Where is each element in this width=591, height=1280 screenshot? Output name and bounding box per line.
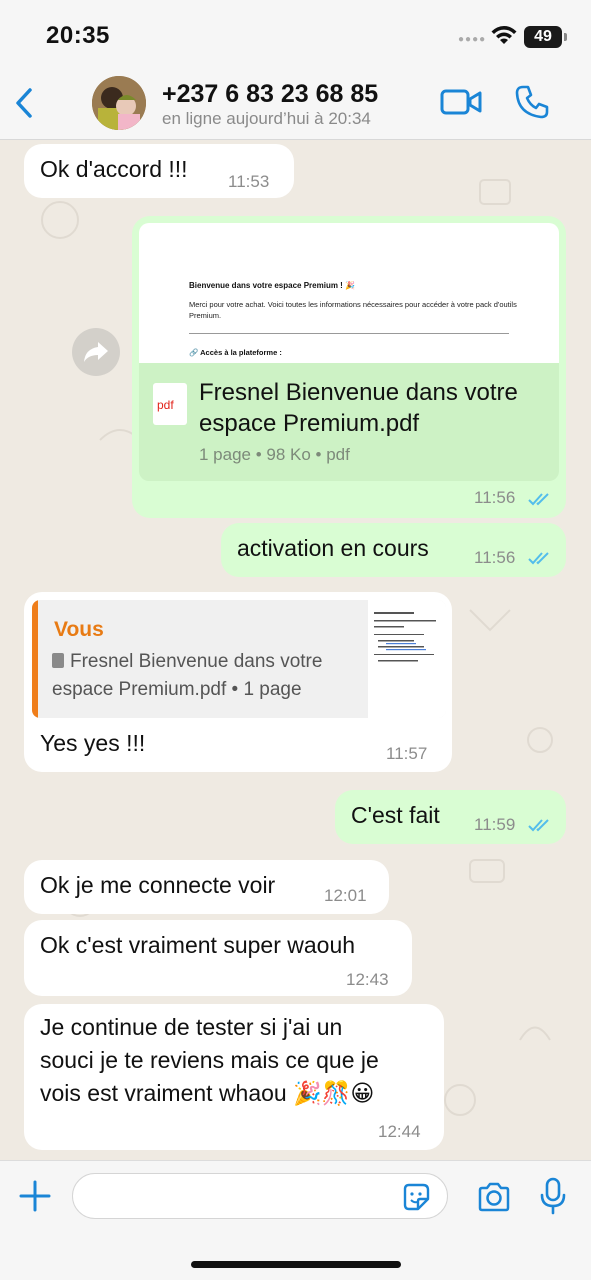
document-name: Fresnel Bienvenue dans votre espace Prem… [199, 379, 518, 437]
document-meta: 1 page • 98 Ko • pdf [199, 445, 350, 464]
message-text-line: Je continue de tester si j'ai un [40, 1014, 343, 1040]
message-bubble-incoming[interactable]: Ok c'est vraiment super waouh 12:43 [24, 920, 412, 996]
message-bubble-incoming[interactable]: Je continue de tester si j'ai un souci j… [24, 1004, 444, 1150]
forward-arrow-icon [84, 342, 108, 362]
forward-button[interactable] [72, 328, 120, 376]
message-time: 11:56 [474, 548, 516, 567]
message-time: 11:57 [386, 744, 428, 763]
microphone-icon[interactable] [540, 1177, 566, 1215]
wifi-icon [491, 26, 517, 44]
home-indicator[interactable] [191, 1261, 401, 1268]
message-text: C'est fait [351, 802, 440, 828]
chat-header: +237 6 83 23 68 85 en ligne aujourd’hui … [0, 66, 591, 140]
message-text-line: vois est vraiment whaou 🎉🎊😀 [40, 1080, 375, 1106]
message-time: 11:53 [228, 172, 270, 191]
chat-messages[interactable]: Ok d'accord !!! 11:53 Bienvenue dans vot… [0, 140, 591, 1160]
read-ticks-icon [528, 819, 549, 832]
read-ticks-icon [528, 552, 549, 565]
sticker-icon[interactable] [400, 1181, 432, 1213]
contact-name[interactable]: +237 6 83 23 68 85 [162, 80, 378, 109]
quoted-author: Vous [54, 618, 104, 641]
document-preview[interactable]: Bienvenue dans votre espace Premium ! 🎉 … [139, 223, 559, 363]
message-text: activation en cours [237, 535, 429, 561]
signal-icon: ●●●● [458, 34, 487, 45]
message-text: Yes yes !!! [40, 730, 146, 756]
preview-body: Merci pour votre achat. Voici toutes les… [189, 300, 517, 320]
message-text: Ok je me connecte voir [40, 872, 276, 898]
message-bubble-document[interactable]: Bienvenue dans votre espace Premium ! 🎉 … [132, 216, 566, 518]
message-time: 11:59 [474, 815, 516, 834]
document-info[interactable]: pdf Fresnel Bienvenue dans votre espace … [139, 363, 559, 481]
quote-accent-bar [32, 600, 38, 718]
message-time: 12:44 [378, 1122, 421, 1141]
message-bubble-reply[interactable]: Vous Fresnel Bienvenue dans votre espace… [24, 592, 452, 772]
message-bubble-incoming[interactable]: Ok d'accord !!! 11:53 [24, 144, 294, 198]
message-time: 12:01 [324, 886, 367, 905]
preview-access: 🔗 Accès à la plateforme : [189, 348, 282, 357]
read-ticks-icon [528, 493, 549, 506]
message-input[interactable] [72, 1173, 448, 1219]
status-bar: 20:35 ●●●● 49 [0, 0, 591, 66]
phone-call-icon[interactable] [514, 84, 550, 120]
message-text: Ok d'accord !!! [40, 156, 188, 182]
status-time: 20:35 [46, 22, 110, 49]
battery-icon: 49 [524, 26, 567, 48]
message-bubble-outgoing[interactable]: C'est fait 11:59 [335, 790, 566, 844]
quoted-text-value: Fresnel Bienvenue dans votre espace Prem… [52, 651, 323, 700]
quoted-message[interactable]: Vous Fresnel Bienvenue dans votre espace… [32, 600, 446, 718]
pdf-file-icon: pdf [153, 383, 187, 425]
document-thumbnail [368, 600, 446, 718]
message-bubble-outgoing[interactable]: activation en cours 11:56 [221, 523, 566, 577]
camera-icon[interactable] [476, 1181, 512, 1213]
avatar[interactable] [92, 76, 146, 130]
message-time: 12:43 [346, 970, 389, 989]
back-chevron-icon[interactable] [10, 84, 40, 122]
document-icon [52, 653, 64, 668]
preview-divider [189, 333, 509, 334]
message-text: Ok c'est vraiment super waouh [40, 932, 356, 958]
message-time: 11:56 [474, 488, 516, 507]
pdf-label: pdf [157, 398, 174, 412]
contact-status: en ligne aujourd’hui à 20:34 [162, 109, 371, 128]
message-composer [0, 1160, 591, 1280]
preview-title: Bienvenue dans votre espace Premium ! 🎉 [189, 281, 356, 290]
message-text-line: souci je te reviens mais ce que je [40, 1047, 379, 1073]
plus-icon[interactable] [18, 1179, 52, 1213]
video-call-icon[interactable] [440, 86, 482, 118]
message-bubble-incoming[interactable]: Ok je me connecte voir 12:01 [24, 860, 389, 914]
quoted-text: Fresnel Bienvenue dans votre espace Prem… [52, 648, 362, 704]
